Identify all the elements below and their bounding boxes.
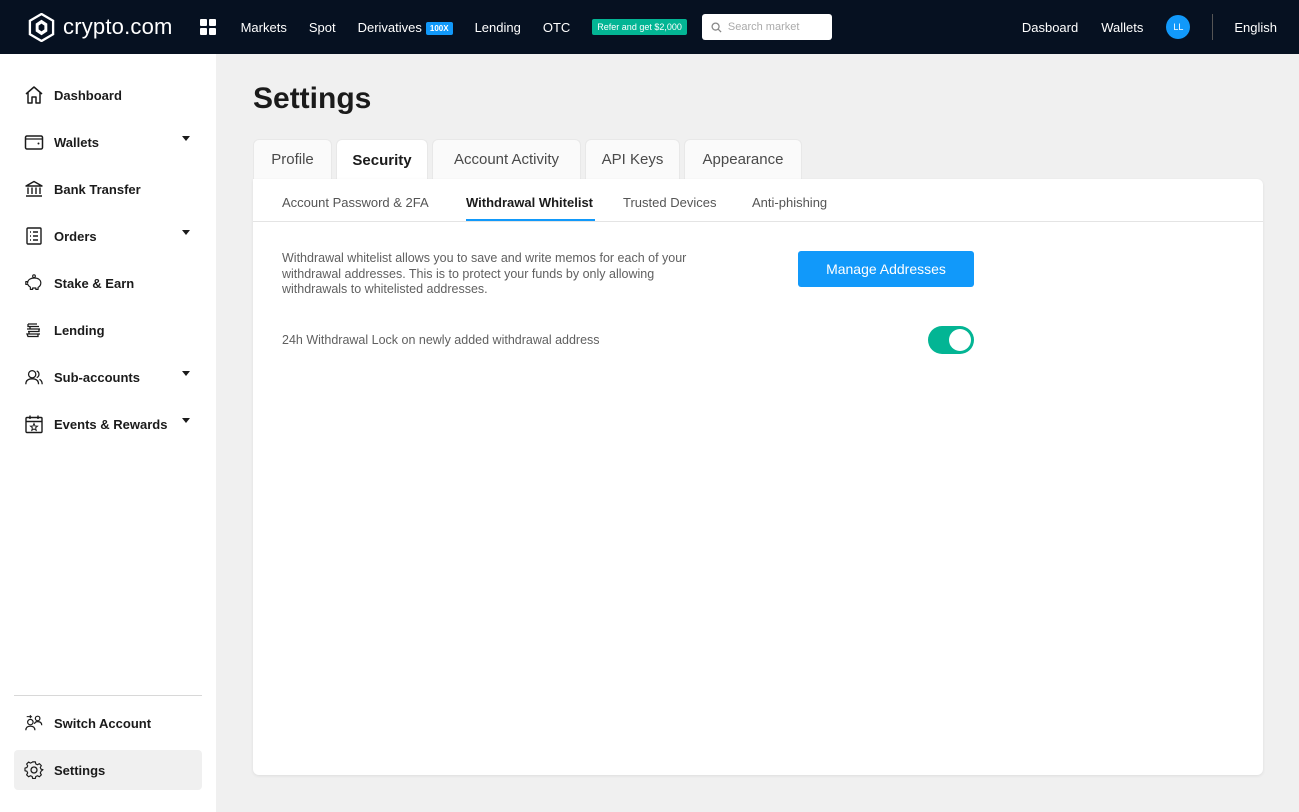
description-line: withdrawals to whitelisted addresses. [282, 282, 488, 296]
sidebar-item-label: Lending [54, 322, 105, 338]
sidebar: Dashboard Wallets Bank Transfer Orders S… [0, 54, 216, 812]
sidebar-item-label: Wallets [54, 134, 100, 150]
chevron-down-icon [182, 230, 190, 235]
sidebar-item-orders[interactable]: Orders [14, 216, 202, 256]
bank-icon [24, 179, 44, 199]
active-subtab-indicator [466, 219, 595, 221]
orders-icon [24, 226, 44, 246]
chevron-down-icon [182, 418, 190, 423]
tab-security[interactable]: Security [336, 139, 428, 180]
subtab-trusted-devices[interactable]: Trusted Devices [623, 195, 716, 210]
nav-derivatives-label: Derivatives [357, 19, 422, 35]
avatar[interactable]: LL [1166, 15, 1191, 39]
main-nav: Markets Spot Derivatives 100X Lending OTC [230, 20, 582, 35]
nav-spot[interactable]: Spot [309, 20, 336, 35]
sidebar-item-dashboard[interactable]: Dashboard [14, 75, 202, 115]
withdrawal-lock-toggle[interactable] [928, 326, 974, 354]
tab-profile[interactable]: Profile [253, 139, 332, 179]
sidebar-item-sub-accounts[interactable]: Sub-accounts [14, 357, 202, 397]
subtab-withdrawal-whitelist[interactable]: Withdrawal Whitelist [466, 195, 593, 210]
sidebar-item-label: Sub-accounts [54, 369, 140, 385]
tab-account-activity[interactable]: Account Activity [432, 139, 581, 179]
whitelist-description: Withdrawal whitelist allows you to save … [282, 251, 747, 298]
sidebar-item-label: Dashboard [54, 87, 122, 103]
settings-tabs: Profile Security Account Activity API Ke… [253, 139, 806, 180]
subtab-account-password-2fa[interactable]: Account Password & 2FA [282, 195, 429, 210]
sidebar-item-label: Events & Rewards [54, 416, 168, 432]
users-icon [24, 367, 44, 387]
manage-addresses-button[interactable]: Manage Addresses [798, 251, 974, 287]
search-input[interactable] [727, 21, 828, 33]
security-subtabs: Account Password & 2FA Withdrawal Whitel… [253, 179, 1263, 222]
logo-text: crypto.com [63, 14, 173, 39]
tab-appearance[interactable]: Appearance [684, 139, 802, 179]
sidebar-item-events-rewards[interactable]: Events & Rewards [14, 404, 202, 444]
crypto-logo[interactable]: crypto.com [27, 12, 173, 42]
description-line: withdrawal addresses. This is to protect… [282, 266, 655, 281]
home-icon [24, 85, 44, 105]
sidebar-item-label: Settings [54, 762, 106, 778]
search-box[interactable] [701, 14, 832, 40]
sidebar-divider [14, 695, 202, 696]
page-title: Settings [253, 82, 372, 115]
sidebar-item-label: Stake & Earn [54, 275, 135, 291]
crypto-logo-icon [28, 12, 55, 42]
sidebar-item-label: Bank Transfer [54, 181, 141, 197]
divider [1212, 14, 1214, 40]
user-nav: Dasboard Wallets LL English [1022, 0, 1299, 54]
sidebar-item-settings[interactable]: Settings [14, 750, 202, 790]
calendar-star-icon [24, 414, 44, 434]
top-navigation-bar: crypto.com Markets Spot Derivatives 100X … [0, 0, 1299, 54]
sidebar-item-wallets[interactable]: Wallets [14, 122, 202, 162]
search-icon [711, 21, 722, 33]
subtab-anti-phishing[interactable]: Anti-phishing [752, 195, 827, 210]
sidebar-item-lending[interactable]: Lending [14, 310, 202, 350]
withdrawal-lock-label: 24h Withdrawal Lock on newly added withd… [282, 333, 600, 347]
chevron-down-icon [182, 136, 190, 141]
nav-wallets[interactable]: Wallets [1101, 20, 1143, 35]
nav-lending[interactable]: Lending [475, 20, 521, 35]
nav-derivatives[interactable]: Derivatives 100X [358, 20, 453, 35]
switch-account-icon [24, 713, 44, 733]
chevron-down-icon [182, 371, 190, 376]
refer-badge[interactable]: Refer and get $2,000 [592, 19, 687, 35]
nav-otc[interactable]: OTC [543, 20, 570, 35]
coin-stack-icon [24, 320, 44, 340]
leverage-badge: 100X [425, 21, 453, 35]
sidebar-item-label: Switch Account [54, 715, 152, 731]
nav-dashboard[interactable]: Dasboard [1022, 20, 1078, 35]
nav-markets[interactable]: Markets [241, 20, 287, 35]
piggy-bank-icon [24, 273, 44, 293]
apps-grid-icon[interactable] [199, 19, 216, 35]
gear-icon [24, 760, 44, 780]
wallet-icon [24, 132, 44, 152]
sidebar-item-switch-account[interactable]: Switch Account [14, 703, 202, 743]
toggle-knob [949, 329, 971, 351]
security-panel: Account Password & 2FA Withdrawal Whitel… [253, 179, 1263, 775]
sidebar-item-stake-earn[interactable]: Stake & Earn [14, 263, 202, 303]
description-line: Withdrawal whitelist allows you to save … [282, 251, 687, 265]
tab-api-keys[interactable]: API Keys [585, 139, 680, 179]
language-selector[interactable]: English [1234, 20, 1277, 35]
sidebar-item-bank-transfer[interactable]: Bank Transfer [14, 169, 202, 209]
sidebar-item-label: Orders [54, 228, 97, 244]
